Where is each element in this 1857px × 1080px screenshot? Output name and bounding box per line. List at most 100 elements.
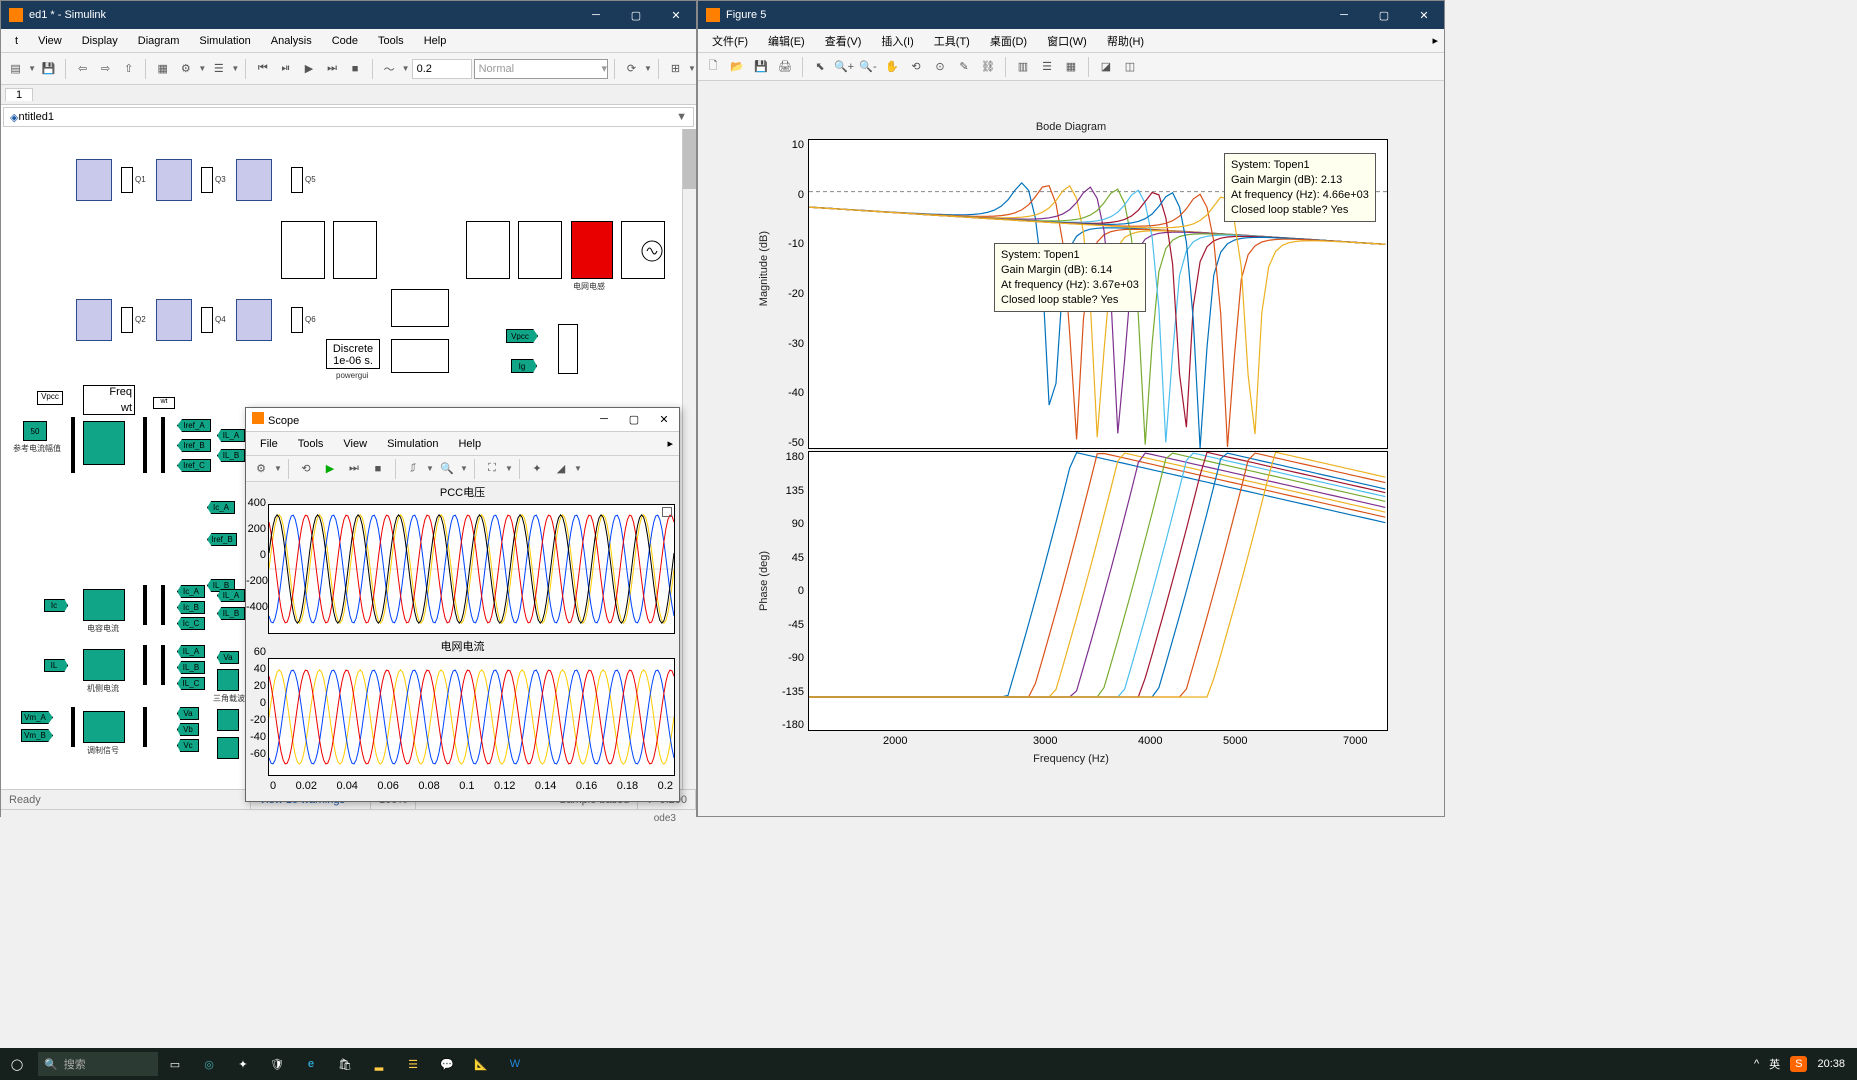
figure-plot-area[interactable]: Bode Diagram Magnitude (dB) 100-10-20-30… — [698, 81, 1444, 816]
scope-highlight-button[interactable]: ◢ — [550, 458, 572, 480]
goto-iref-b[interactable]: Iref_B — [177, 439, 211, 452]
fig-menu-tools[interactable]: 工具(T) — [924, 33, 980, 49]
grid-inductor-block[interactable] — [571, 221, 613, 279]
mux-il[interactable] — [161, 645, 165, 685]
fig-new-button[interactable]: 🗋 — [702, 56, 724, 78]
scope-close[interactable]: ✕ — [649, 413, 679, 426]
menu-tools[interactable]: Tools — [368, 35, 414, 47]
fig-menu-help[interactable]: 帮助(H) — [1097, 33, 1154, 49]
goto-il-b[interactable]: IL_B — [217, 449, 245, 462]
taskbar-matlab[interactable]: 📐 — [464, 1048, 498, 1080]
signal-button[interactable]: 〜 — [379, 58, 400, 80]
menu-diagram[interactable]: Diagram — [128, 35, 190, 47]
goto-va[interactable]: Va — [217, 651, 239, 664]
three-phase-source[interactable] — [621, 221, 665, 279]
fig-minimize[interactable]: ─ — [1324, 1, 1364, 29]
tag-ic-a[interactable]: Ic_A — [207, 501, 235, 514]
tray-chevron[interactable]: ^ — [1754, 1058, 1759, 1070]
taskbar-app-4[interactable]: ☰ — [396, 1048, 430, 1080]
simulation-mode-select[interactable]: Normal▾ — [474, 59, 608, 79]
goto-il-b4[interactable]: IL_B — [177, 661, 205, 674]
fig-undock-button[interactable]: ◫ — [1119, 56, 1141, 78]
step-forward-button[interactable]: ⏭ — [321, 58, 342, 80]
scope-restart-button[interactable]: ⟲ — [295, 458, 317, 480]
from-vm-b[interactable]: Vm_B — [21, 729, 53, 742]
from-vpcc[interactable]: Vpcc — [506, 329, 538, 343]
terminator-q3[interactable] — [201, 167, 213, 193]
mux-1[interactable] — [71, 417, 75, 473]
model-tab[interactable]: 1 — [5, 88, 33, 101]
scope-trigger-button[interactable]: ⎎ — [402, 458, 424, 480]
triangle-carrier[interactable] — [217, 669, 239, 691]
taskbar-edge[interactable]: e — [294, 1048, 328, 1080]
igbt-block-q1[interactable] — [76, 159, 112, 201]
fig-save-button[interactable]: 💾 — [750, 56, 772, 78]
tray-lang[interactable]: 英 — [1769, 1056, 1780, 1072]
tray-ime[interactable]: S — [1790, 1056, 1807, 1072]
model-config-button[interactable]: ⚙ — [175, 58, 196, 80]
capacitor-block[interactable] — [391, 289, 449, 327]
goto-il-b3[interactable]: IL_B — [217, 607, 245, 620]
goto-il-a3[interactable]: IL_A — [177, 645, 205, 658]
mux-2[interactable] — [161, 417, 165, 473]
goto-vb[interactable]: Vb — [177, 723, 199, 736]
fig-pan-button[interactable]: ✋ — [881, 56, 903, 78]
fig-menu-insert[interactable]: 插入(I) — [871, 33, 923, 49]
scope-titlebar[interactable]: Scope ─ ▢ ✕ — [246, 408, 679, 432]
scope-menu-more[interactable]: ▸ — [657, 437, 679, 450]
from-il[interactable]: IL — [44, 659, 68, 672]
fig-menu-more[interactable]: ▸ — [1422, 34, 1444, 47]
demux-mod[interactable] — [143, 707, 147, 747]
meas-block-2[interactable] — [466, 221, 510, 279]
three-phase-block-1[interactable] — [333, 221, 377, 279]
fig-menu-view[interactable]: 查看(V) — [815, 33, 872, 49]
phase-plot[interactable] — [808, 451, 1388, 731]
rc-block[interactable] — [391, 339, 449, 373]
fig-menu-edit[interactable]: 编辑(E) — [758, 33, 815, 49]
taskbar-app-1[interactable]: ◎ — [192, 1048, 226, 1080]
tray-clock[interactable]: 20:38 — [1817, 1058, 1845, 1070]
igbt-block-q3[interactable] — [156, 159, 192, 201]
fast-restart-button[interactable]: ⟳ — [621, 58, 642, 80]
goto-vc[interactable]: Vc — [177, 739, 199, 752]
fig-zoomin-button[interactable]: 🔍+ — [833, 56, 855, 78]
tag-iref-b2[interactable]: Iref_B — [207, 533, 237, 546]
datatip-1[interactable]: System: Topen1Gain Margin (dB): 2.13At f… — [1224, 153, 1376, 222]
taskbar-store[interactable]: 🛍 — [328, 1048, 362, 1080]
goto-il-c[interactable]: IL_C — [177, 677, 205, 690]
start-button[interactable]: ◯ — [0, 1048, 34, 1080]
forward-button[interactable]: ⇨ — [95, 58, 116, 80]
goto-va2[interactable]: Va — [177, 707, 199, 720]
fig-colorbar-button[interactable]: ▥ — [1012, 56, 1034, 78]
constant-50[interactable]: 50 — [23, 421, 47, 441]
breadcrumb[interactable]: ◈ ntitled1 ▼ — [3, 107, 694, 127]
scope-minimize[interactable]: ─ — [589, 413, 619, 426]
scope-measure-button[interactable]: ✦ — [526, 458, 548, 480]
terminator-q4[interactable] — [201, 307, 213, 333]
simulink-titlebar[interactable]: ed1 * - Simulink ─ ▢ ✕ — [1, 1, 696, 29]
igbt-block-q5[interactable] — [236, 159, 272, 201]
meas-block-1[interactable] — [281, 221, 325, 279]
taskbar-explorer[interactable]: ▂ — [362, 1048, 396, 1080]
from-ic[interactable]: Ic — [44, 599, 68, 612]
taskbar-search[interactable]: 🔍 搜索 — [38, 1052, 158, 1076]
dq0-abc-mod[interactable] — [83, 711, 125, 743]
step-back-button[interactable]: ⏮ — [252, 58, 273, 80]
menu-code[interactable]: Code — [322, 35, 368, 47]
save-button[interactable]: 💾 — [38, 58, 59, 80]
fig-menu-file[interactable]: 文件(F) — [702, 33, 758, 49]
minimize-button[interactable]: ─ — [576, 1, 616, 29]
fig-legend-button[interactable]: ☰ — [1036, 56, 1058, 78]
terminator-q2[interactable] — [121, 307, 133, 333]
scope-menu-help[interactable]: Help — [448, 438, 491, 450]
demux-ic[interactable] — [143, 585, 147, 625]
scope-menu-file[interactable]: File — [250, 438, 288, 450]
close-button[interactable]: ✕ — [656, 1, 696, 29]
crumb-root[interactable]: ntitled1 — [18, 111, 53, 123]
mux-vm[interactable] — [71, 707, 75, 747]
scope-run-button[interactable]: ▶ — [319, 458, 341, 480]
goto-ic-c[interactable]: Ic_C — [177, 617, 205, 630]
fig-open-button[interactable]: 📂 — [726, 56, 748, 78]
scope-menu-simulation[interactable]: Simulation — [377, 438, 448, 450]
fig-print-button[interactable]: 🖨 — [774, 56, 796, 78]
